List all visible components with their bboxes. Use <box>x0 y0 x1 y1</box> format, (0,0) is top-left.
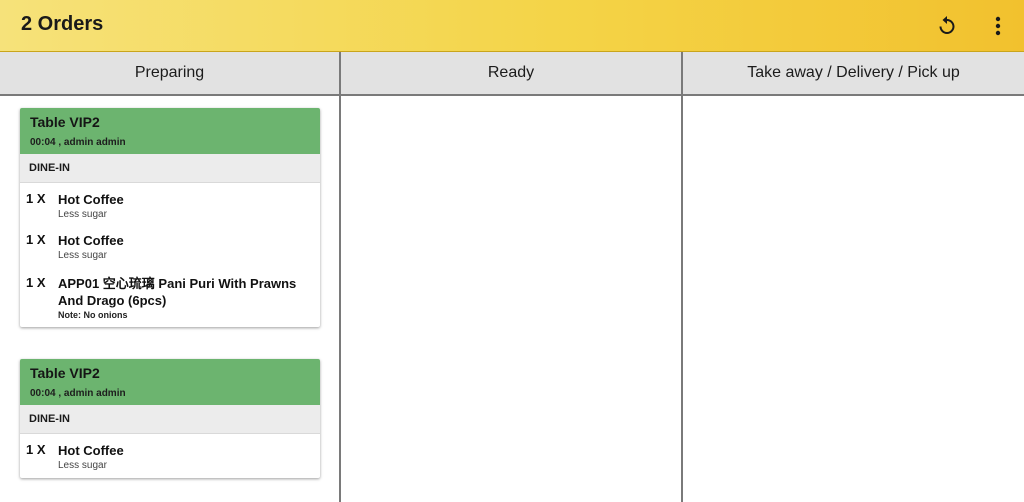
order-table-name: Table VIP2 <box>30 365 100 381</box>
order-type: DINE-IN <box>20 154 320 183</box>
order-item[interactable]: 1 X Hot Coffee Less sugar <box>20 183 320 220</box>
order-card[interactable]: Table VIP2 00:04 , admin admin DINE-IN 1… <box>20 108 320 327</box>
item-note: Note: No onions <box>58 310 128 320</box>
column-preparing: Table VIP2 00:04 , admin admin DINE-IN 1… <box>0 96 341 502</box>
order-items: 1 X Hot Coffee Less sugar 1 X Hot Coffee… <box>20 183 320 327</box>
column-ready <box>341 96 683 502</box>
column-header-ready: Ready <box>341 52 683 94</box>
item-name: APP01 空心琉璃 Pani Puri With Prawns And Dra… <box>58 276 297 308</box>
item-modifier: Less sugar <box>58 250 107 261</box>
item-name: Hot Coffee <box>58 233 124 248</box>
order-card[interactable]: Table VIP2 00:04 , admin admin DINE-IN 1… <box>20 359 320 478</box>
item-quantity: 1 X <box>26 442 46 457</box>
order-type: DINE-IN <box>20 405 320 434</box>
item-name: Hot Coffee <box>58 192 124 207</box>
more-options-button[interactable] <box>982 10 1014 42</box>
refresh-button[interactable] <box>931 10 963 42</box>
order-item[interactable]: 1 X APP01 空心琉璃 Pani Puri With Prawns And… <box>20 261 320 320</box>
column-header-takeaway: Take away / Delivery / Pick up <box>747 64 960 81</box>
refresh-icon <box>939 16 955 34</box>
order-card-header: Table VIP2 00:04 , admin admin <box>20 359 320 405</box>
order-table-name: Table VIP2 <box>30 114 100 130</box>
page-title: 2 Orders <box>21 13 104 35</box>
item-quantity: 1 X <box>26 232 46 247</box>
order-meta: 00:04 , admin admin <box>30 388 126 399</box>
order-item[interactable]: 1 X Hot Coffee Less sugar <box>20 220 320 261</box>
order-meta: 00:04 , admin admin <box>30 137 126 148</box>
item-quantity: 1 X <box>26 275 46 290</box>
item-modifier: Less sugar <box>58 460 107 471</box>
app-bar: 2 Orders <box>0 0 1024 52</box>
item-modifier: Less sugar <box>58 209 107 220</box>
orders-board: Table VIP2 00:04 , admin admin DINE-IN 1… <box>0 96 1024 502</box>
more-vert-icon <box>995 16 1001 36</box>
item-name: Hot Coffee <box>58 443 124 458</box>
item-quantity: 1 X <box>26 191 46 206</box>
order-item[interactable]: 1 X Hot Coffee Less sugar <box>20 434 320 471</box>
columns-header: Preparing Ready Take away / Delivery / P… <box>0 52 1024 96</box>
order-items: 1 X Hot Coffee Less sugar <box>20 434 320 478</box>
column-header-preparing: Preparing <box>0 52 341 94</box>
order-card-header: Table VIP2 00:04 , admin admin <box>20 108 320 154</box>
column-takeaway <box>683 96 1024 502</box>
